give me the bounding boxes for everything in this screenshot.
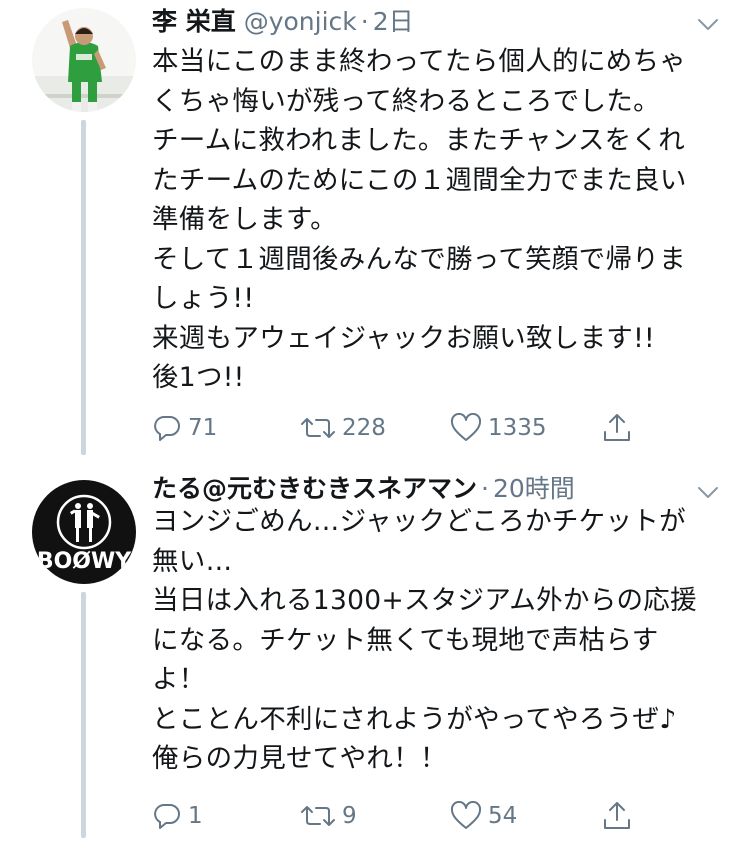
tweet-text-line: ヨンジごめん…ジャックどころかチケットが [152, 506, 686, 537]
tweet-text-line: そして１週間後みんなで勝って笑顔で帰りま [152, 243, 686, 275]
timestamp[interactable]: 2日 [373, 5, 414, 39]
separator-dot: · [360, 7, 369, 36]
tweet-text-line: 俺らの力見せてやれ！！ [152, 743, 447, 774]
tweet-text-line: たチームのためにこの１週間全力でまた良い [152, 164, 687, 196]
tweet-1[interactable]: 李 栄直 @yonjick · 2日 本当にこのまま終わってたら個人的にめちゃ … [0, 0, 750, 460]
tweet-text-line: よ！ [152, 664, 206, 695]
tweet-text-line: チームに救われました。またチャンスをくれ [152, 125, 686, 156]
soccer-player-avatar-icon [32, 8, 136, 112]
display-name[interactable]: たる@元むきむきスネアマン [152, 472, 477, 506]
share-icon [604, 414, 630, 441]
like-button[interactable]: 1335 [450, 413, 547, 443]
chevron-down-icon[interactable] [696, 480, 720, 504]
retweet-count: 228 [342, 415, 386, 441]
tweet-text: 本当にこのまま終わってたら個人的にめちゃ くちゃ悔いが残って終わるところでした。… [152, 42, 732, 398]
tweet-text-line: 準備をします。 [152, 204, 337, 235]
like-count: 54 [488, 803, 518, 829]
chevron-down-icon[interactable] [696, 12, 720, 36]
tweet-actions: 71 228 1335 [152, 410, 652, 446]
share-icon [604, 802, 630, 829]
boowy-band-logo-avatar-icon: BOØWY [32, 480, 136, 584]
tweet-text-line: 当日は入れる1300+スタジアム外からの応援 [152, 585, 697, 616]
tweet-text-line: 本当にこのまま終わってたら個人的にめちゃ [152, 46, 687, 77]
avatar[interactable]: BOØWY [32, 480, 136, 584]
like-count: 1335 [488, 415, 547, 441]
heart-icon [450, 801, 482, 829]
display-name[interactable]: 李 栄直 [152, 5, 236, 39]
tweet-actions: 1 9 54 [152, 798, 652, 834]
heart-icon [450, 413, 482, 441]
tweet-text-line: とことん不利にされようがやってやろうぜ♪ [152, 703, 677, 735]
reply-button[interactable]: 71 [152, 413, 217, 443]
thread-line [81, 592, 86, 838]
tweet-header: 李 栄直 @yonjick · 2日 [152, 5, 414, 39]
separator-dot: · [481, 474, 489, 503]
retweet-button[interactable]: 9 [300, 801, 357, 831]
reply-count: 71 [188, 415, 218, 441]
retweet-icon [301, 806, 335, 826]
retweet-count: 9 [342, 803, 357, 829]
timestamp[interactable]: 20時間 [493, 472, 575, 506]
reply-icon [154, 804, 180, 829]
user-handle[interactable]: @yonjick [244, 5, 357, 39]
share-button[interactable] [602, 412, 632, 444]
retweet-button[interactable]: 228 [300, 413, 386, 443]
tweet-text: ヨンジごめん…ジャックどころかチケットが 無い… 当日は入れる1300+スタジア… [152, 502, 732, 779]
avatar-logo-text: BOØWY [37, 549, 132, 574]
retweet-icon [301, 418, 335, 438]
share-button[interactable] [602, 800, 632, 832]
like-button[interactable]: 54 [450, 801, 517, 831]
reply-icon [154, 416, 180, 441]
tweet-text-line: 無い… [152, 545, 233, 577]
tweet-text-line: 後1つ!! [152, 362, 245, 393]
tweet-header: たる@元むきむきスネアマン · 20時間 [152, 472, 575, 506]
tweet-text-line: しょう!! [152, 283, 255, 314]
reply-button[interactable]: 1 [152, 801, 203, 831]
avatar[interactable] [32, 8, 136, 112]
tweet-text-line: 来週もアウェイジャックお願い致します!! [152, 322, 655, 354]
tweet-text-line: くちゃ悔いが残って終わるところでした。 [152, 85, 660, 117]
tweet-text-line: になる。チケット無くても現地で声枯らす [152, 624, 659, 656]
reply-count: 1 [188, 803, 203, 829]
thread-line [81, 120, 86, 455]
